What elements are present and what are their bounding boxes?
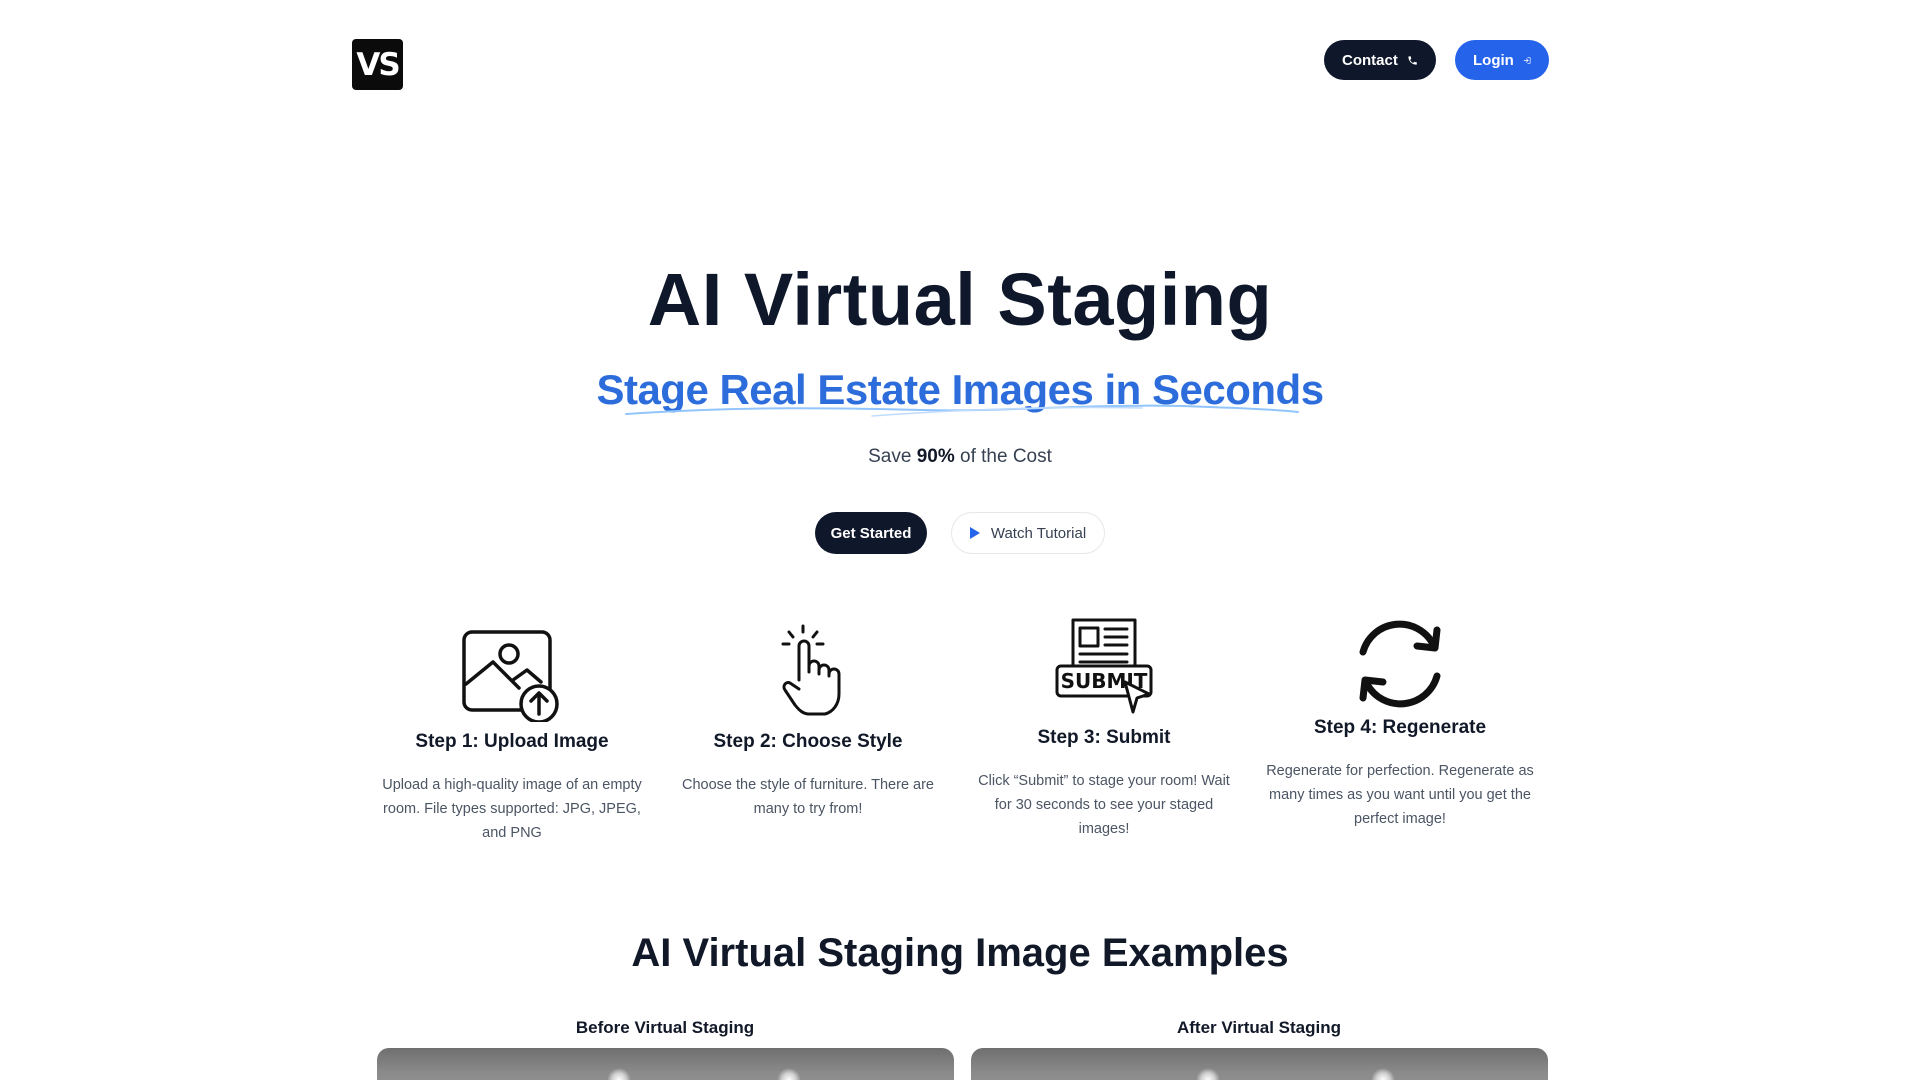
step-2-title: Step 2: Choose Style — [713, 731, 903, 752]
refresh-icon — [1359, 620, 1441, 708]
step-2-description: Choose the style of furniture. There are… — [681, 777, 934, 817]
examples-title: AI Virtual Staging Image Examples — [631, 931, 1289, 975]
watch-tutorial-button[interactable]: Watch Tutorial — [951, 512, 1105, 554]
get-started-button[interactable]: Get Started — [815, 512, 927, 554]
site-header: VS Contact Login — [352, 38, 1549, 92]
subtitle-underline — [625, 404, 1299, 417]
steps-section: Step 1: Upload Image Upload a high-quali… — [377, 612, 1567, 852]
step-submit: SUBMIT Step 3: Submit Click “Submit” to … — [969, 612, 1239, 841]
submit-form-icon: SUBMIT — [1055, 618, 1153, 714]
step-style: Step 2: Choose Style Choose the style of… — [673, 612, 943, 821]
ceiling-light — [607, 1068, 631, 1080]
step-4-description: Regenerate for perfection. Regenerate as… — [1266, 763, 1534, 827]
ceiling-light — [777, 1068, 801, 1080]
watch-tutorial-label: Watch Tutorial — [990, 524, 1087, 542]
step-4-title: Step 4: Regenerate — [1313, 717, 1487, 738]
pointer-hand-icon — [781, 624, 841, 716]
contact-button-label: Contact — [1342, 51, 1398, 69]
login-arrow-icon — [1523, 56, 1531, 64]
savings-text: Save 90% of the Cost — [0, 445, 1920, 469]
login-button-label: Login — [1473, 51, 1514, 69]
phone-icon — [1408, 55, 1417, 65]
upload-image-icon — [462, 630, 559, 722]
logo[interactable]: VS — [352, 39, 403, 90]
step-regenerate: Step 4: Regenerate Regenerate for perfec… — [1265, 612, 1535, 831]
ceiling-light — [1371, 1068, 1395, 1080]
step-3-title: Step 3: Submit — [1037, 727, 1171, 748]
cta-row: Get Started Watch Tutorial — [0, 512, 1920, 554]
hero-title: AI Virtual Staging — [647, 258, 1273, 341]
step-upload: Step 1: Upload Image Upload a high-quali… — [377, 612, 647, 845]
before-staging-image — [377, 1048, 954, 1080]
ceiling-light — [1196, 1068, 1220, 1080]
before-label: Before Virtual Staging — [575, 1018, 755, 1037]
play-icon — [969, 527, 980, 539]
step-1-description: Upload a high-quality image of an empty … — [382, 777, 642, 841]
logo-text: VS — [356, 46, 400, 83]
savings-percent: 90% — [916, 446, 955, 467]
get-started-label: Get Started — [830, 524, 912, 542]
savings-suffix: of the Cost — [954, 446, 1052, 467]
after-staging-image — [971, 1048, 1548, 1080]
step-3-description: Click “Submit” to stage your room! Wait … — [978, 773, 1230, 837]
savings-prefix: Save — [868, 446, 917, 467]
after-label: After Virtual Staging — [1176, 1018, 1342, 1037]
login-button[interactable]: Login — [1455, 40, 1549, 80]
step-1-title: Step 1: Upload Image — [415, 731, 609, 752]
contact-button[interactable]: Contact — [1324, 40, 1436, 80]
